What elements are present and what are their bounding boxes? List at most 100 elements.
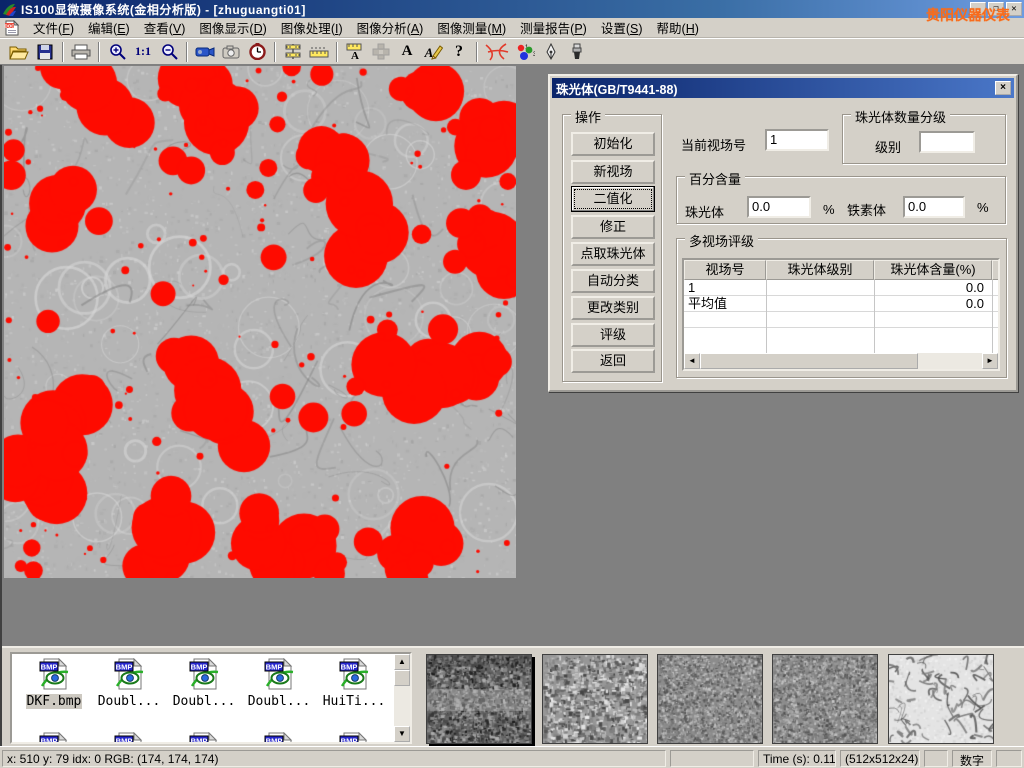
correct-button[interactable]: 修正 <box>571 215 655 239</box>
file-item[interactable] <box>18 732 90 744</box>
actual-size-icon[interactable]: 1:1 <box>130 40 156 63</box>
svg-text:3: 3 <box>533 52 535 58</box>
col-header-field[interactable]: 视场号 <box>684 260 766 280</box>
ruler-icon[interactable] <box>306 40 332 63</box>
file-list-vscrollbar[interactable]: ▲ ▼ <box>394 654 410 742</box>
status-bar: x: 510 y: 79 idx: 0 RGB: (174, 174, 174)… <box>0 746 1024 768</box>
specimen-image[interactable] <box>4 66 516 578</box>
brush-icon[interactable] <box>564 40 590 63</box>
init-button[interactable]: 初始化 <box>571 132 655 156</box>
file-item[interactable]: Doubl... <box>243 658 315 709</box>
menu-view[interactable]: 查看(V) <box>137 16 193 39</box>
thumbnail-2[interactable] <box>542 654 648 744</box>
scroll-right-icon[interactable]: ► <box>982 353 998 369</box>
current-field-label: 当前视场号 <box>681 135 746 154</box>
curve-erase-icon[interactable] <box>482 40 512 63</box>
grade-button[interactable]: 评级 <box>571 323 655 347</box>
return-button[interactable]: 返回 <box>571 349 655 373</box>
binarize-button[interactable]: 二值化 <box>571 186 655 212</box>
file-item[interactable]: HuiTi... <box>318 658 390 709</box>
file-item[interactable] <box>318 732 390 744</box>
classify-icon[interactable]: 13 <box>512 40 538 63</box>
thumbnail-5[interactable] <box>888 654 994 744</box>
table-hscrollbar[interactable]: ◄ ► <box>684 353 998 369</box>
vendor-watermark: 贵阳仪器仪表 <box>926 5 1010 25</box>
menu-image-measure[interactable]: 图像测量(M) <box>430 16 513 39</box>
text-icon[interactable]: A <box>394 40 420 63</box>
file-item[interactable]: DKF.bmp <box>18 658 90 709</box>
ferrite-percent-input[interactable]: 0.0 <box>903 196 965 218</box>
level-label: 级别 <box>875 137 901 156</box>
table-row[interactable]: 1 0.0 <box>684 280 998 296</box>
scroll-up-icon[interactable]: ▲ <box>394 654 410 670</box>
file-item[interactable]: Doubl... <box>93 658 165 709</box>
pen-icon[interactable] <box>538 40 564 63</box>
thumbnail-3[interactable] <box>657 654 763 744</box>
capture-icon[interactable] <box>218 40 244 63</box>
current-field-input[interactable]: 1 <box>765 129 829 151</box>
hscroll-thumb[interactable] <box>700 353 918 369</box>
empty-status-panel <box>996 750 1022 767</box>
dialog-title: 珠光体(GB/T9441-88) <box>556 79 678 98</box>
menu-settings[interactable]: 设置(S) <box>594 16 650 39</box>
time-status: Time (s): 0.113 <box>758 750 836 767</box>
image-size-status: (512x512x24) <box>840 750 920 767</box>
zoom-out-icon[interactable] <box>156 40 182 63</box>
empty-status-panel <box>670 750 754 767</box>
change-class-button[interactable]: 更改类别 <box>571 296 655 320</box>
new-field-button[interactable]: 新视场 <box>571 160 655 184</box>
pearlite-percent-input[interactable]: 0.0 <box>747 196 811 218</box>
help-icon[interactable]: ? <box>446 40 472 63</box>
toolbar-separator <box>186 42 188 62</box>
auto-classify-button[interactable]: 自动分类 <box>571 269 655 293</box>
annotate-icon[interactable]: A <box>420 40 446 63</box>
merge-icon[interactable] <box>368 40 394 63</box>
bmp-file-icon <box>113 658 145 690</box>
grading-group: 珠光体数量分级 级别 <box>842 114 1006 164</box>
col-header-grade[interactable]: 珠光体级别 <box>766 260 874 280</box>
bmp-file-icon <box>113 732 145 744</box>
save-icon[interactable] <box>32 40 58 63</box>
caliper-icon[interactable] <box>280 40 306 63</box>
vscroll-thumb[interactable] <box>394 670 410 686</box>
grading-group-label: 珠光体数量分级 <box>851 107 950 126</box>
file-item[interactable] <box>168 732 240 744</box>
menu-edit[interactable]: 编辑(E) <box>81 16 137 39</box>
mode-status: 数字 <box>952 750 992 767</box>
toolbar-separator <box>98 42 100 62</box>
menu-file[interactable]: 文件(F) <box>26 16 81 39</box>
table-row[interactable]: 平均值 0.0 <box>684 296 998 312</box>
toolbar-separator <box>336 42 338 62</box>
menu-image-process[interactable]: 图像处理(I) <box>274 16 350 39</box>
pearlite-label: 珠光体 <box>685 202 724 221</box>
dialog-title-bar[interactable]: 珠光体(GB/T9441-88) × <box>552 78 1014 98</box>
scroll-down-icon[interactable]: ▼ <box>394 726 410 742</box>
thumbnail-1[interactable] <box>426 654 532 744</box>
scroll-left-icon[interactable]: ◄ <box>684 353 700 369</box>
thumbnail-4[interactable] <box>772 654 878 744</box>
col-header-ferrite[interactable]: 铁素体 <box>992 260 1000 280</box>
file-item[interactable]: Doubl... <box>168 658 240 709</box>
col-header-pearlite-content[interactable]: 珠光体含量(%) <box>874 260 992 280</box>
zoom-in-icon[interactable] <box>104 40 130 63</box>
timer-icon[interactable] <box>244 40 270 63</box>
bmp-file-icon <box>263 732 295 744</box>
pick-pearlite-button[interactable]: 点取珠光体 <box>571 242 655 266</box>
dialog-close-icon[interactable]: × <box>995 81 1011 95</box>
document-icon[interactable]: DOC <box>4 20 20 36</box>
empty-status-panel <box>924 750 948 767</box>
bmp-file-icon <box>338 658 370 690</box>
bmp-file-icon <box>338 732 370 744</box>
menu-image-analysis[interactable]: 图像分析(A) <box>350 16 431 39</box>
file-item[interactable] <box>243 732 315 744</box>
level-input[interactable] <box>919 131 975 153</box>
percent-group-label: 百分含量 <box>685 169 745 188</box>
file-item[interactable] <box>93 732 165 744</box>
print-icon[interactable] <box>68 40 94 63</box>
measure-text-icon[interactable]: A <box>342 40 368 63</box>
video-camera-icon[interactable] <box>192 40 218 63</box>
menu-report[interactable]: 测量报告(P) <box>513 16 594 39</box>
open-file-icon[interactable] <box>6 40 32 63</box>
menu-image-display[interactable]: 图像显示(D) <box>192 16 273 39</box>
menu-help[interactable]: 帮助(H) <box>650 16 706 39</box>
